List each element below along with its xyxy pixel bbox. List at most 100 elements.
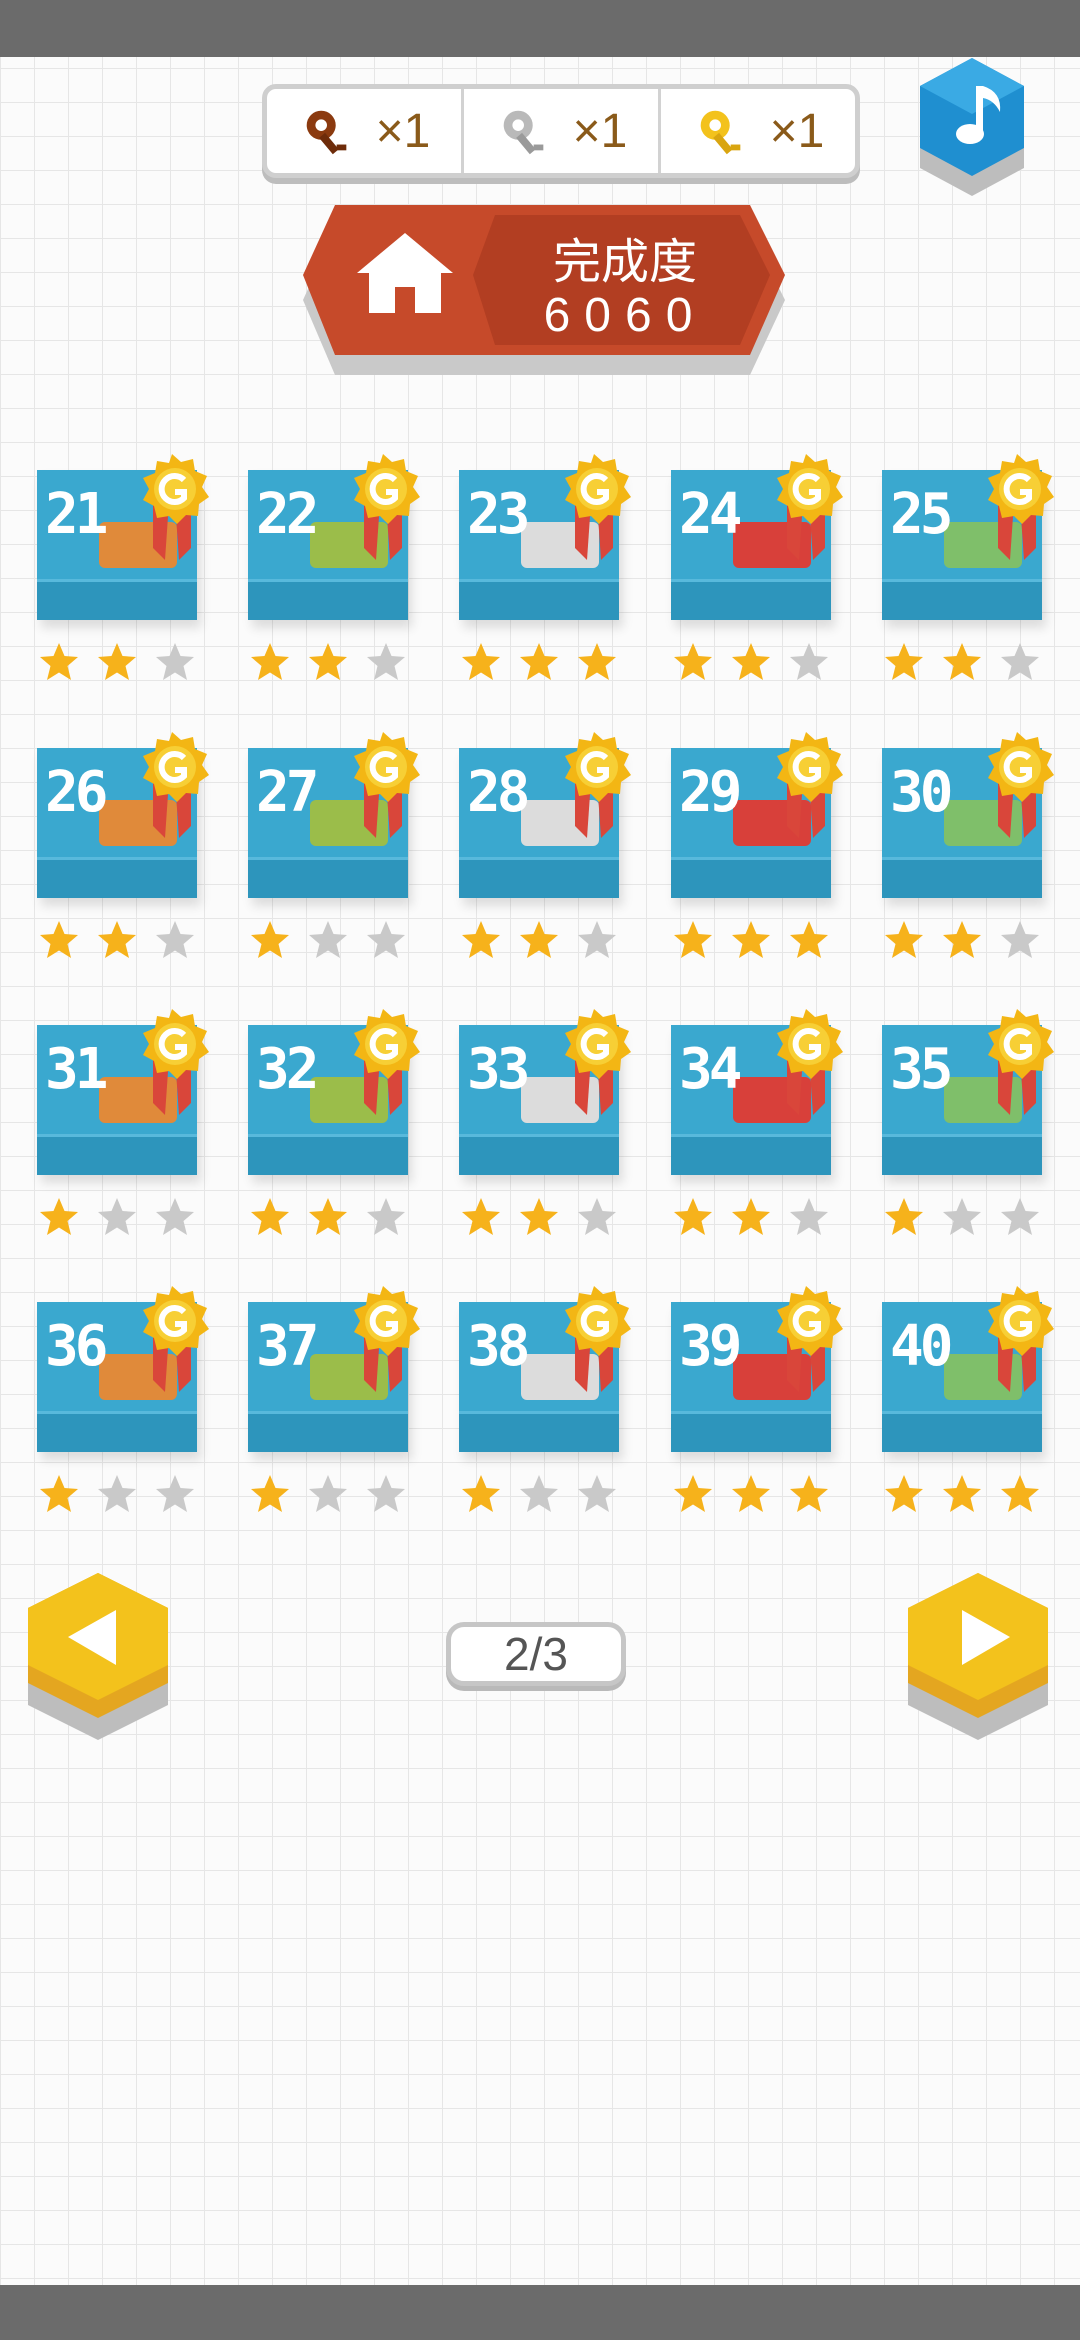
star-filled-icon — [790, 921, 828, 958]
gold-medal-icon — [565, 454, 631, 560]
level-card[interactable]: 27 — [248, 732, 420, 958]
key-slot-silver: ×1 — [464, 89, 661, 173]
level-platform — [459, 1411, 619, 1452]
star-empty-icon — [790, 1198, 828, 1235]
level-card[interactable]: 40 — [882, 1286, 1054, 1512]
star-rating — [459, 640, 619, 684]
star-rating — [248, 1472, 408, 1516]
level-number: 32 — [256, 1037, 319, 1102]
star-empty-icon — [790, 643, 828, 680]
level-number: 31 — [45, 1037, 108, 1102]
star-filled-icon — [885, 921, 923, 958]
level-card[interactable]: 37 — [248, 1286, 420, 1512]
star-rating — [882, 1472, 1042, 1516]
level-card[interactable]: 31 — [37, 1009, 209, 1235]
level-number: 37 — [256, 1314, 319, 1379]
level-card[interactable]: 35 — [882, 1009, 1054, 1235]
level-card[interactable]: 39 — [671, 1286, 843, 1512]
gold-medal-icon — [777, 454, 843, 560]
gold-medal-icon — [354, 1286, 420, 1392]
star-filled-icon — [674, 1475, 712, 1512]
star-rating — [248, 640, 408, 684]
completion-value: 6060 — [543, 289, 707, 342]
star-filled-icon — [462, 1198, 500, 1235]
star-rating — [37, 918, 197, 962]
star-filled-icon — [251, 1475, 289, 1512]
gold-medal-icon — [565, 732, 631, 838]
level-number: 26 — [45, 760, 108, 825]
star-empty-icon — [309, 921, 347, 958]
star-filled-icon — [98, 643, 136, 680]
silver-key-count: ×1 — [572, 104, 628, 158]
level-card[interactable]: 34 — [671, 1009, 843, 1235]
star-filled-icon — [462, 921, 500, 958]
gold-medal-icon — [143, 1286, 209, 1392]
music-toggle-button[interactable] — [912, 56, 1032, 196]
star-filled-icon — [943, 1475, 981, 1512]
level-platform — [882, 1134, 1042, 1175]
star-filled-icon — [40, 643, 78, 680]
star-filled-icon — [943, 921, 981, 958]
star-empty-icon — [367, 1198, 405, 1235]
level-number: 27 — [256, 760, 319, 825]
level-card[interactable]: 21 — [37, 454, 209, 680]
star-rating — [248, 1195, 408, 1239]
page-indicator: 2/3 — [446, 1622, 626, 1686]
star-filled-icon — [1001, 1475, 1039, 1512]
star-filled-icon — [40, 1475, 78, 1512]
star-empty-icon — [1001, 643, 1039, 680]
level-card[interactable]: 36 — [37, 1286, 209, 1512]
level-number: 22 — [256, 482, 319, 547]
star-filled-icon — [885, 643, 923, 680]
next-page-button[interactable] — [898, 1565, 1058, 1755]
level-card[interactable]: 24 — [671, 454, 843, 680]
level-card[interactable]: 23 — [459, 454, 631, 680]
level-platform — [37, 1134, 197, 1175]
key-slot-gold: ×1 — [661, 89, 855, 173]
level-number: 21 — [45, 482, 108, 547]
level-card[interactable]: 29 — [671, 732, 843, 958]
gold-medal-icon — [143, 1009, 209, 1115]
level-card[interactable]: 30 — [882, 732, 1054, 958]
status-bar — [0, 0, 1080, 57]
gold-key-count: ×1 — [769, 104, 825, 158]
level-card[interactable]: 32 — [248, 1009, 420, 1235]
level-card[interactable]: 33 — [459, 1009, 631, 1235]
level-number: 24 — [679, 482, 742, 547]
level-platform — [459, 579, 619, 620]
gold-medal-icon — [354, 454, 420, 560]
gold-medal-icon — [777, 1286, 843, 1392]
level-platform — [882, 1411, 1042, 1452]
star-rating — [37, 640, 197, 684]
star-empty-icon — [156, 921, 194, 958]
level-card[interactable]: 25 — [882, 454, 1054, 680]
star-filled-icon — [98, 921, 136, 958]
star-filled-icon — [674, 921, 712, 958]
star-empty-icon — [578, 921, 616, 958]
star-empty-icon — [98, 1475, 136, 1512]
gold-medal-icon — [777, 732, 843, 838]
level-number: 23 — [467, 482, 530, 547]
level-card[interactable]: 26 — [37, 732, 209, 958]
star-filled-icon — [309, 1198, 347, 1235]
gold-medal-icon — [565, 1286, 631, 1392]
level-card[interactable]: 28 — [459, 732, 631, 958]
star-filled-icon — [578, 643, 616, 680]
level-card[interactable]: 38 — [459, 1286, 631, 1512]
level-number: 33 — [467, 1037, 530, 1102]
level-card[interactable]: 22 — [248, 454, 420, 680]
star-filled-icon — [462, 1475, 500, 1512]
previous-page-button[interactable] — [18, 1565, 178, 1755]
star-filled-icon — [251, 1198, 289, 1235]
gold-medal-icon — [143, 732, 209, 838]
level-number: 40 — [890, 1314, 953, 1379]
star-filled-icon — [732, 643, 770, 680]
level-platform — [248, 857, 408, 898]
star-rating — [248, 918, 408, 962]
star-rating — [671, 640, 831, 684]
level-number: 39 — [679, 1314, 742, 1379]
star-empty-icon — [578, 1198, 616, 1235]
star-filled-icon — [790, 1475, 828, 1512]
star-filled-icon — [674, 643, 712, 680]
level-number: 25 — [890, 482, 953, 547]
